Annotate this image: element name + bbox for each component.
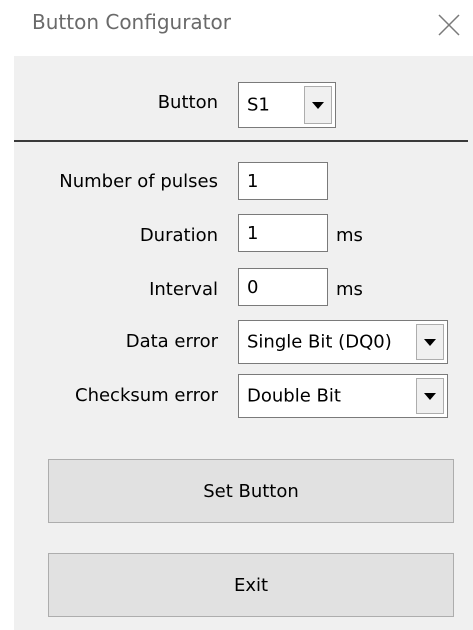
checksum-error-label: Checksum error xyxy=(75,385,218,406)
set-button[interactable]: Set Button xyxy=(48,459,454,523)
duration-input[interactable] xyxy=(238,214,328,252)
pulses-label: Number of pulses xyxy=(59,171,218,192)
checksum-error-select[interactable]: Double Bit xyxy=(238,374,448,418)
title-bar: Button Configurator xyxy=(0,0,473,56)
interval-label: Interval xyxy=(149,279,218,300)
data-error-label: Data error xyxy=(125,331,218,352)
chevron-down-icon[interactable] xyxy=(416,324,444,360)
close-icon[interactable] xyxy=(436,12,462,38)
data-error-select[interactable]: Single Bit (DQ0) xyxy=(238,320,448,364)
pulses-input[interactable] xyxy=(238,162,328,200)
checksum-error-value: Double Bit xyxy=(247,385,341,407)
chevron-down-icon[interactable] xyxy=(304,86,332,124)
exit-button[interactable]: Exit xyxy=(48,553,454,617)
window-title: Button Configurator xyxy=(32,10,231,34)
button-label: Button xyxy=(157,92,218,113)
interval-unit: ms xyxy=(336,279,363,300)
data-error-value: Single Bit (DQ0) xyxy=(247,331,392,353)
duration-label: Duration xyxy=(139,225,218,246)
chevron-down-icon[interactable] xyxy=(416,378,444,414)
interval-input[interactable] xyxy=(238,268,328,306)
button-select-value: S1 xyxy=(247,94,270,116)
separator xyxy=(14,140,468,142)
duration-unit: ms xyxy=(336,225,363,246)
button-select[interactable]: S1 xyxy=(238,82,336,128)
